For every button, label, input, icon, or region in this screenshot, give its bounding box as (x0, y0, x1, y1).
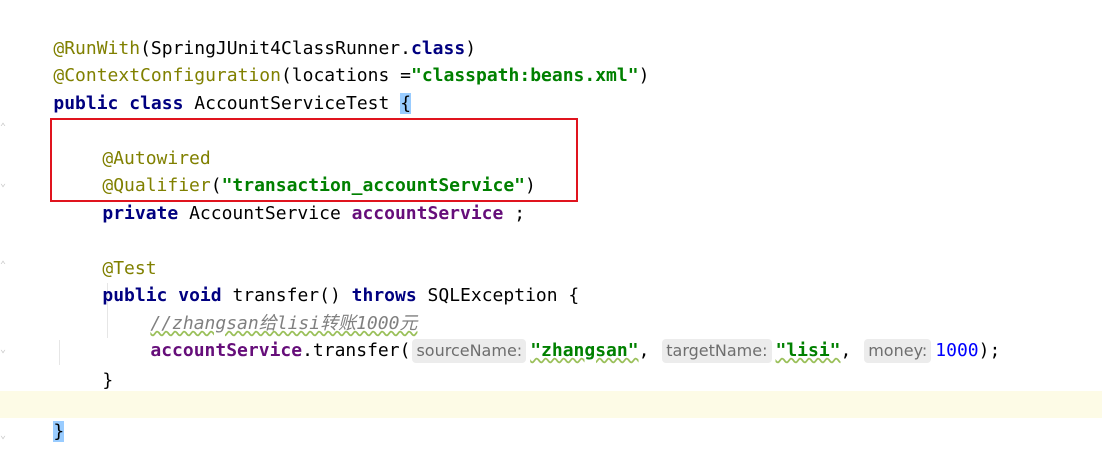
fold-marker-icon[interactable]: ⌄ (0, 430, 8, 444)
code-line-11[interactable]: } (59, 340, 113, 391)
fold-marker-icon[interactable]: ⌄ (0, 178, 8, 192)
string-argument: "zhangsan" (530, 340, 639, 361)
keyword-class: class (129, 93, 184, 114)
parameter-hint: money: (864, 339, 932, 363)
field-name: accountService (351, 203, 504, 224)
code-line-1[interactable]: @RunWith(SpringJUnit4ClassRunner.class) (10, 8, 476, 59)
code-line-9[interactable]: //zhangsan给lisi转账1000元 (107, 283, 417, 334)
type-name: AccountService (189, 203, 341, 224)
class-name: AccountServiceTest (194, 93, 390, 114)
code-line-3[interactable]: public class AccountServiceTest { (10, 63, 412, 114)
keyword-private: private (102, 203, 179, 224)
code-line-8[interactable]: public void transfer() throws SQLExcepti… (59, 255, 579, 306)
fold-marker-icon[interactable]: ⌄ (0, 344, 8, 358)
number-argument: 1000 (935, 340, 979, 361)
code-line-2[interactable]: @ContextConfiguration(locations ="classp… (10, 35, 649, 86)
code-line-10[interactable]: accountService.transfer(sourceName: "zhan… (107, 310, 1000, 363)
string-argument: "lisi" (775, 340, 841, 361)
open-brace: { (568, 285, 580, 306)
highlight-box (50, 118, 578, 202)
field-reference: accountService (150, 340, 303, 361)
fold-marker-icon[interactable]: ⌃ (0, 260, 8, 274)
exception-type: SQLException (427, 285, 558, 306)
fold-marker-icon[interactable]: ⌃ (0, 122, 8, 136)
close-brace: } (102, 370, 114, 391)
keyword-public: public (53, 93, 119, 114)
matched-brace: { (400, 93, 412, 114)
matched-brace: } (53, 421, 65, 442)
string-literal: "classpath:beans.xml" (410, 65, 639, 86)
method-call: .transfer( (302, 340, 411, 361)
call-end: ); (978, 340, 1001, 361)
code-line-7[interactable]: @Test (59, 228, 156, 279)
parameter-hint: targetName: (662, 339, 772, 363)
semicolon: ; (514, 203, 526, 224)
code-text: ) (638, 65, 650, 86)
current-line-highlight[interactable]: } (0, 391, 1102, 442)
parameter-hint: sourceName: (412, 339, 527, 363)
code-editor[interactable]: @RunWith(SpringJUnit4ClassRunner.class) … (0, 0, 1102, 454)
